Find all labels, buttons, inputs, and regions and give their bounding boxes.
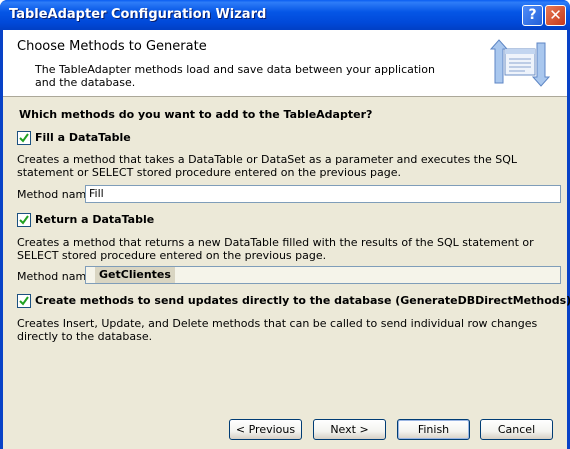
close-icon: ✕ <box>549 6 562 24</box>
update-checkbox-label: Create methods to send updates directly … <box>35 294 570 307</box>
page-description: The TableAdapter methods load and save d… <box>35 63 435 89</box>
check-icon <box>19 215 29 225</box>
return-description: Creates a method that returns a new Data… <box>17 236 534 262</box>
fill-method-name-value: Fill <box>89 187 104 200</box>
fill-method-name-input[interactable]: Fill <box>85 185 561 203</box>
wizard-body: Which methods do you want to add to the … <box>3 97 570 405</box>
fill-description: Creates a method that takes a DataTable … <box>17 153 517 179</box>
close-button[interactable]: ✕ <box>545 5 566 26</box>
return-method-name-value: GetClientes <box>95 267 175 283</box>
check-icon <box>19 296 29 306</box>
title-bar[interactable]: TableAdapter Configuration Wizard ? ✕ <box>0 0 570 30</box>
window-title: TableAdapter Configuration Wizard <box>9 7 267 22</box>
return-checkbox[interactable] <box>17 213 31 227</box>
dialog-client-area: Choose Methods to Generate The TableAdap… <box>3 30 570 449</box>
previous-button[interactable]: < Previous <box>229 419 302 440</box>
cancel-button[interactable]: Cancel <box>480 419 553 440</box>
next-button[interactable]: Next > <box>313 419 386 440</box>
help-icon: ? <box>528 7 537 23</box>
wizard-footer: < Previous Next > Finish Cancel <box>3 405 567 449</box>
wizard-window: TableAdapter Configuration Wizard ? ✕ Ch… <box>0 0 570 449</box>
check-icon <box>19 133 29 143</box>
help-button[interactable]: ? <box>522 5 543 26</box>
return-checkbox-label: Return a DataTable <box>35 213 155 226</box>
fill-checkbox[interactable] <box>17 131 31 145</box>
finish-button[interactable]: Finish <box>397 419 470 440</box>
page-title: Choose Methods to Generate <box>17 39 207 54</box>
wizard-header: Choose Methods to Generate The TableAdap… <box>3 30 567 97</box>
wizard-methods-icon <box>489 37 551 89</box>
fill-checkbox-label: Fill a DataTable <box>35 131 131 144</box>
update-checkbox[interactable] <box>17 294 31 308</box>
methods-question: Which methods do you want to add to the … <box>19 108 373 121</box>
return-method-name-input[interactable]: GetClientes <box>85 266 561 284</box>
update-description: Creates Insert, Update, and Delete metho… <box>17 317 538 343</box>
